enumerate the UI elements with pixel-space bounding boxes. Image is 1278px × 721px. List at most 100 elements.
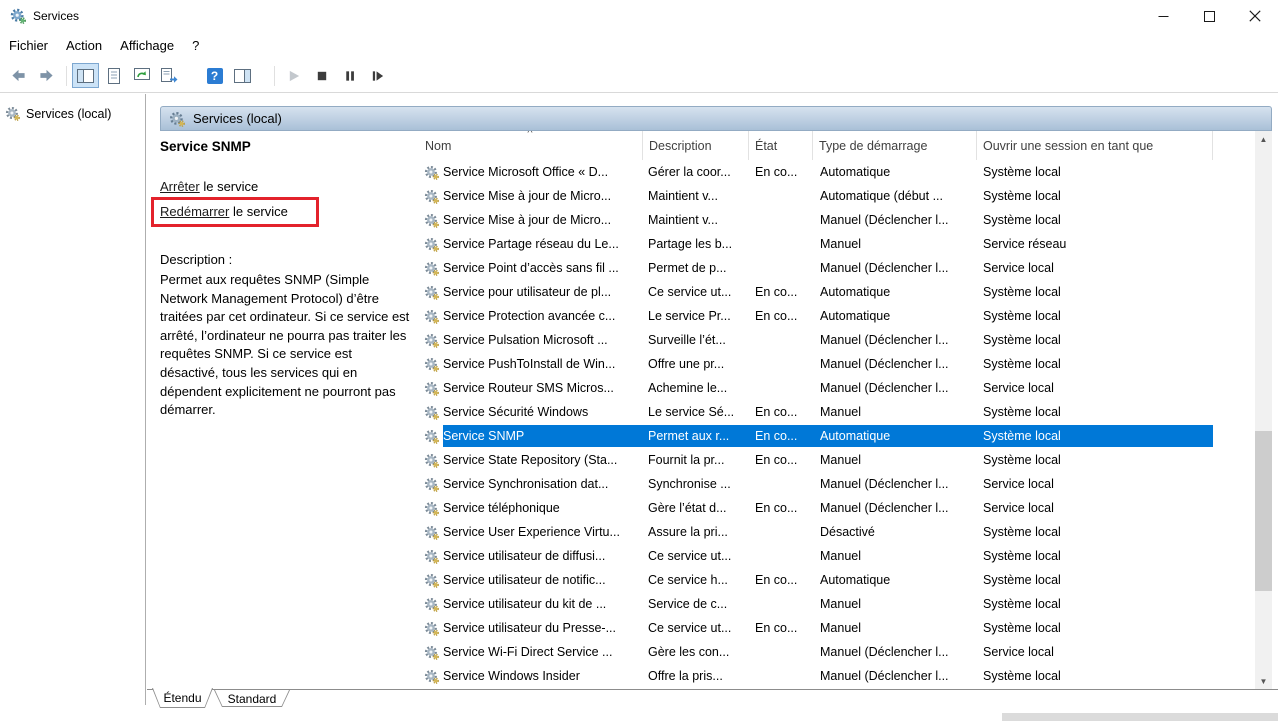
menu-help[interactable]: ? (183, 33, 208, 58)
service-gear-icon (420, 405, 443, 420)
table-row[interactable]: Service Routeur SMS Micros... Achemine l… (420, 376, 1255, 400)
view-tab-etendu[interactable]: Étendu (152, 688, 213, 708)
vertical-scrollbar[interactable]: ▲ ▼ (1255, 131, 1272, 690)
table-row[interactable]: Service Microsoft Office « D... Gérer la… (420, 160, 1255, 184)
detail-pane: Service SNMP Arrêter le service Redémarr… (160, 131, 420, 690)
table-row[interactable]: Service Point d’accès sans fil ... Perme… (420, 256, 1255, 280)
tree-item-label: Services (local) (26, 107, 111, 121)
service-gear-icon (420, 237, 443, 252)
service-description: Fournit la pr... (643, 453, 749, 467)
stop-service-suffix: le service (200, 179, 259, 194)
panel-content: Service SNMP Arrêter le service Redémarr… (160, 131, 1272, 690)
table-row-body: Service User Experience Virtu... Assure … (443, 521, 1213, 543)
table-row-body: Service téléphonique Gère l’état d... En… (443, 497, 1213, 519)
column-header-session[interactable]: Ouvrir une session en tant que (977, 131, 1213, 160)
menu-action[interactable]: Action (57, 33, 111, 58)
menu-affichage[interactable]: Affichage (111, 33, 183, 58)
service-logon: Système local (977, 333, 1213, 347)
stop-service-line: Arrêter le service (160, 174, 420, 199)
back-arrow-icon (10, 68, 27, 83)
restart-service-button[interactable] (364, 63, 391, 88)
table-row[interactable]: Service User Experience Virtu... Assure … (420, 520, 1255, 544)
table-row[interactable]: Service Mise à jour de Micro... Maintien… (420, 184, 1255, 208)
table-row[interactable]: Service State Repository (Sta... Fournit… (420, 448, 1255, 472)
service-gear-icon (420, 189, 443, 204)
close-button[interactable] (1232, 0, 1278, 32)
stop-service-link[interactable]: Arrêter (160, 179, 200, 194)
help-button[interactable]: ? (201, 63, 228, 88)
table-row[interactable]: Service utilisateur de diffusi... Ce ser… (420, 544, 1255, 568)
properties-button[interactable] (100, 63, 127, 88)
table-row[interactable]: Service Partage réseau du Le... Partage … (420, 232, 1255, 256)
service-logon: Service local (977, 645, 1213, 659)
selected-service-title: Service SNMP (160, 139, 420, 154)
services-node-icon (5, 106, 20, 121)
service-startup-type: Manuel (813, 237, 977, 251)
export-list-button[interactable] (156, 63, 183, 88)
refresh-button[interactable] (128, 63, 155, 88)
service-logon: Système local (977, 669, 1213, 683)
action-pane-button[interactable] (229, 63, 256, 88)
scrollbar-thumb[interactable] (1255, 431, 1272, 591)
forward-button[interactable] (33, 63, 60, 88)
table-row-body: Service Mise à jour de Micro... Maintien… (443, 209, 1213, 231)
service-name: Service PushToInstall de Win... (443, 357, 643, 371)
service-startup-type: Automatique (813, 285, 977, 299)
stop-service-icon (315, 69, 329, 83)
table-row-body: Service Wi-Fi Direct Service ... Gère le… (443, 641, 1213, 663)
start-service-button[interactable] (280, 63, 307, 88)
table-row[interactable]: Service Wi-Fi Direct Service ... Gère le… (420, 640, 1255, 664)
pause-service-button[interactable] (336, 63, 363, 88)
table-row-body: Service Synchronisation dat... Synchroni… (443, 473, 1213, 495)
table-row[interactable]: Service utilisateur du kit de ... Servic… (420, 592, 1255, 616)
maximize-button[interactable] (1186, 0, 1232, 32)
table-row[interactable]: Service Mise à jour de Micro... Maintien… (420, 208, 1255, 232)
table-row[interactable]: Service Protection avancée c... Le servi… (420, 304, 1255, 328)
service-startup-type: Automatique (813, 309, 977, 323)
column-header-type-demarrage[interactable]: Type de démarrage (813, 131, 977, 160)
service-description: Gère les con... (643, 645, 749, 659)
table-row[interactable]: Service utilisateur du Presse-... Ce ser… (420, 616, 1255, 640)
stop-service-button[interactable] (308, 63, 335, 88)
show-console-tree-button[interactable] (72, 63, 99, 88)
table-row[interactable]: Service Sécurité Windows Le service Sé..… (420, 400, 1255, 424)
back-button[interactable] (5, 63, 32, 88)
list-header: ^ Nom Description État Type de démarrage… (420, 131, 1255, 160)
restart-service-link[interactable]: Redémarrer (160, 204, 229, 219)
menu-fichier[interactable]: Fichier (0, 33, 57, 58)
tree-item-services-local[interactable]: Services (local) (0, 106, 145, 121)
service-description: Gérer la coor... (643, 165, 749, 179)
service-gear-icon (420, 453, 443, 468)
column-header-description[interactable]: Description (643, 131, 749, 160)
column-header-etat[interactable]: État (749, 131, 813, 160)
scroll-down-icon: ▼ (1260, 677, 1268, 686)
service-startup-type: Automatique (813, 165, 977, 179)
forward-arrow-icon (38, 68, 55, 83)
pause-service-icon (343, 69, 357, 83)
service-startup-type: Manuel (Déclencher l... (813, 645, 977, 659)
service-name: Service utilisateur du Presse-... (443, 621, 643, 635)
service-name: Service pour utilisateur de pl... (443, 285, 643, 299)
table-row[interactable]: Service pour utilisateur de pl... Ce ser… (420, 280, 1255, 304)
view-tab-standard[interactable]: Standard (214, 690, 290, 707)
description-text: Permet aux requêtes SNMP (Simple Network… (160, 271, 412, 420)
table-row-body: Service Microsoft Office « D... Gérer la… (443, 161, 1213, 183)
restart-service-suffix: le service (229, 204, 288, 219)
service-startup-type: Automatique (début ... (813, 189, 977, 203)
table-row[interactable]: Service PushToInstall de Win... Offre un… (420, 352, 1255, 376)
table-row[interactable]: Service Windows Insider Offre la pris...… (420, 664, 1255, 688)
view-tab-strip: Étendu Standard (147, 689, 1278, 710)
scroll-down-button[interactable]: ▼ (1255, 673, 1272, 690)
table-row-body: Service SNMP Permet aux r... En co... Au… (443, 425, 1213, 447)
table-row-body: Service Pulsation Microsoft ... Surveill… (443, 329, 1213, 351)
minimize-button[interactable] (1140, 0, 1186, 32)
table-row-body: Service utilisateur du Presse-... Ce ser… (443, 617, 1213, 639)
table-row[interactable]: Service Synchronisation dat... Synchroni… (420, 472, 1255, 496)
table-row[interactable]: Service Pulsation Microsoft ... Surveill… (420, 328, 1255, 352)
service-name: Service Mise à jour de Micro... (443, 189, 643, 203)
table-row[interactable]: Service utilisateur de notific... Ce ser… (420, 568, 1255, 592)
scroll-up-button[interactable]: ▲ (1255, 131, 1272, 148)
service-state: En co... (749, 405, 813, 419)
table-row[interactable]: Service téléphonique Gère l’état d... En… (420, 496, 1255, 520)
table-row[interactable]: Service SNMP Permet aux r... En co... Au… (420, 424, 1255, 448)
